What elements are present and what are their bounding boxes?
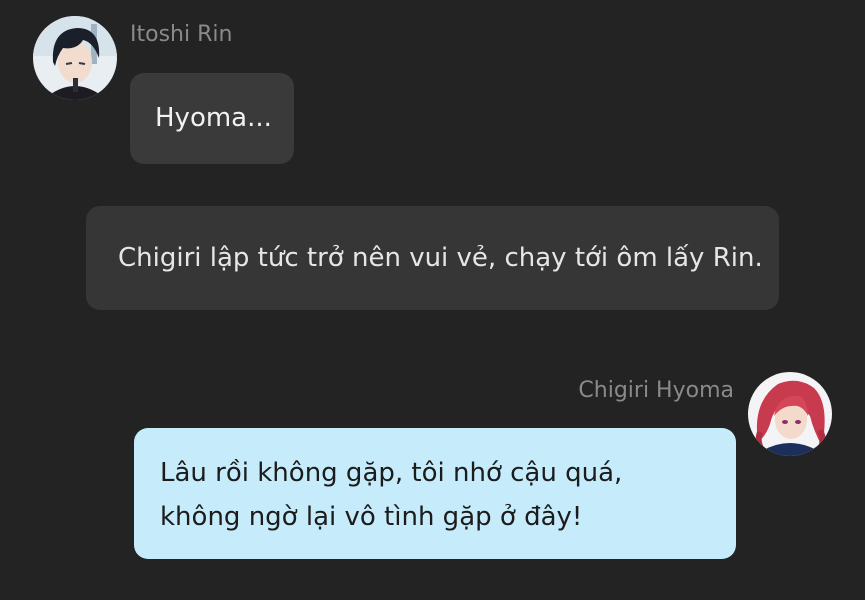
chigiri-avatar-icon[interactable] [748,372,832,456]
chat-view: Itoshi Rin Hyoma... Chigiri lập tức trở … [0,0,865,600]
narration-bubble[interactable]: Chigiri lập tức trở nên vui vẻ, chạy tới… [86,206,779,310]
rin-avatar-icon[interactable] [33,16,117,100]
message-bubble-received[interactable]: Hyoma... [130,73,294,164]
message-bubble-sent[interactable]: Lâu rồi không gặp, tôi nhớ cậu quá, khôn… [134,428,736,559]
sender-name: Itoshi Rin [130,22,233,47]
sender-name: Chigiri Hyoma [578,378,734,403]
